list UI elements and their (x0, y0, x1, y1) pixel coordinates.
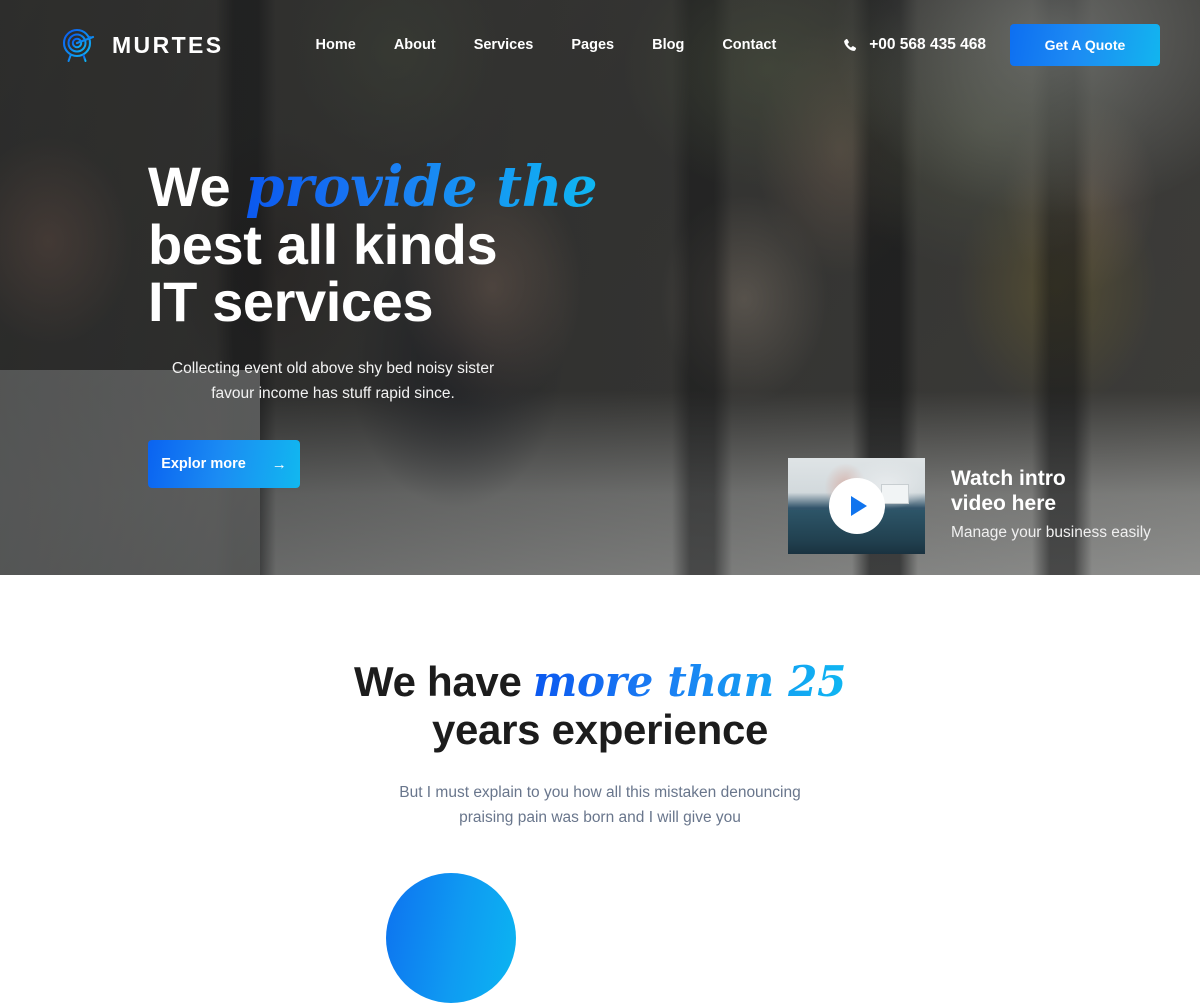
hero-headline-line3: IT services (148, 270, 434, 333)
hero-copy: We provide the best all kinds IT service… (148, 158, 708, 488)
video-promo: Watch intro video here Manage your busin… (788, 458, 1151, 554)
hero-subtitle-line1: Collecting event old above shy bed noisy… (171, 360, 495, 377)
hero-subtitle-line2: favour income has stuff rapid since. (211, 385, 455, 402)
experience-section: We have more than 25 years experience Bu… (0, 575, 1200, 900)
play-triangle-icon (850, 496, 867, 516)
experience-subtitle-line2: praising pain was born and I will give y… (459, 809, 741, 826)
play-button-icon[interactable] (828, 478, 885, 534)
explore-more-label: Explor more (161, 456, 246, 472)
experience-subtitle: But I must explain to you how all this m… (380, 780, 820, 830)
nav-item-services[interactable]: Services (474, 37, 534, 53)
video-promo-title-line1: Watch intro (951, 467, 1066, 490)
phone-contact[interactable]: +00 568 435 468 (843, 36, 986, 54)
video-promo-caption: Manage your business easily (951, 524, 1151, 541)
video-promo-title-line2: video here (951, 492, 1057, 515)
phone-icon (843, 38, 858, 53)
hero-headline-line1-plain: We (148, 155, 246, 218)
phone-number: +00 568 435 468 (869, 36, 986, 53)
target-arrow-logo-icon (60, 25, 100, 65)
explore-more-button[interactable]: Explor more → (148, 440, 300, 488)
hero-subtitle: Collecting event old above shy bed noisy… (148, 356, 518, 406)
video-thumbnail-monitor (881, 484, 909, 504)
arrow-right-icon: → (271, 455, 287, 473)
video-promo-title: Watch intro video here (951, 466, 1101, 516)
nav-item-blog[interactable]: Blog (652, 37, 684, 53)
nav-item-pages[interactable]: Pages (571, 37, 614, 53)
site-header: MURTES Home About Services Pages Blog Co… (0, 0, 1200, 90)
experience-heading: We have more than 25 years experience (0, 658, 1200, 754)
header-right-group: +00 568 435 468 Get A Quote (843, 24, 1160, 66)
experience-heading-line2: years experience (431, 706, 769, 753)
brand-name: MURTES (112, 31, 224, 58)
experience-subtitle-line1: But I must explain to you how all this m… (399, 784, 801, 801)
hero-headline-accent: provide the (245, 154, 598, 220)
nav-item-about[interactable]: About (394, 37, 436, 53)
video-thumbnail[interactable] (788, 458, 925, 554)
brand-logo[interactable]: MURTES (60, 25, 224, 65)
get-a-quote-button[interactable]: Get A Quote (1010, 24, 1160, 66)
hero-headline: We provide the best all kinds IT service… (148, 158, 708, 330)
experience-heading-accent: more than 25 (532, 657, 846, 706)
experience-heading-plain: We have (353, 658, 533, 705)
nav-item-home[interactable]: Home (316, 37, 356, 53)
video-promo-text: Watch intro video here Manage your busin… (951, 458, 1151, 542)
nav-item-contact[interactable]: Contact (722, 37, 776, 53)
decorative-blue-circle (386, 873, 516, 1003)
hero-headline-line2: best all kinds (148, 213, 498, 276)
hero-section: MURTES Home About Services Pages Blog Co… (0, 0, 1200, 575)
main-navigation: Home About Services Pages Blog Contact (316, 37, 777, 53)
